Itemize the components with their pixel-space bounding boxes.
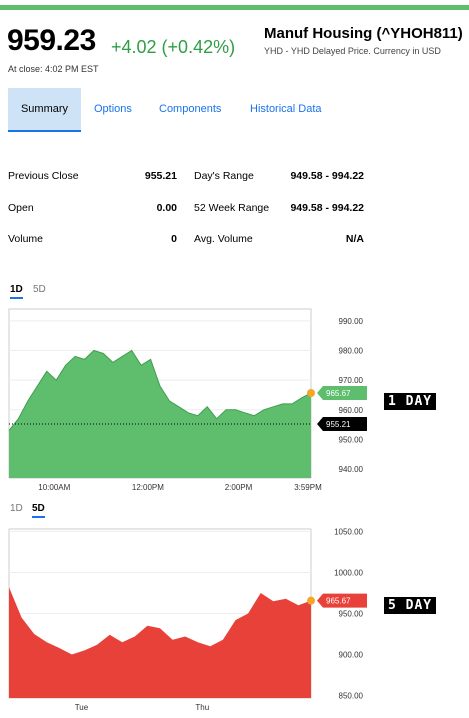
tab-summary[interactable]: Summary [8, 88, 81, 132]
x-tick-label: Thu [195, 703, 209, 712]
range-tab-1d[interactable]: 1D [10, 503, 23, 514]
five-day-chart: 850.00900.00950.001000.001050.00 Tue Thu … [8, 527, 367, 712]
current-price-marker: 965.67 [307, 385, 367, 400]
stat-value: 949.58 - 994.22 [290, 201, 364, 214]
x-tick-label: Tue [75, 703, 89, 712]
chart2-area [9, 587, 311, 698]
x-tick-label: 3:59PM [294, 483, 322, 492]
chart2-y-axis: 850.00 900.00 950.00 1000.00 1050.00 [334, 527, 363, 700]
chart1-area [9, 350, 311, 478]
one-day-badge: 1 DAY [384, 393, 437, 410]
stat-label: Open [8, 201, 34, 214]
y-tick-label: 900.00 [339, 651, 364, 660]
stat-value: 0.00 [156, 201, 177, 214]
quote-tabs: Summary Options Components Historical Da… [8, 88, 458, 132]
current-point [307, 388, 315, 397]
y-tick-label: 970.00 [339, 376, 364, 385]
chart2-x-axis: Tue Thu [75, 703, 209, 712]
stat-label: 52 Week Range [194, 201, 270, 214]
stat-label: Previous Close [8, 170, 79, 182]
top-accent-bar [0, 5, 469, 10]
range-tab-5d[interactable]: 5D [33, 284, 46, 295]
y-tick-label: 960.00 [339, 406, 364, 415]
price-source: YHD - YHD Delayed Price. Currency in USD [264, 46, 441, 56]
stat-value: 0 [171, 233, 177, 245]
security-name: Manuf Housing (^YHOH811) [264, 25, 463, 42]
stat-row: Open 0.00 52 Week Range 949.58 - 994.22 [8, 202, 368, 234]
stat-label: Avg. Volume [194, 233, 253, 245]
chart1-x-axis: 10:00AM 12:00PM 2:00PM 3:59PM [38, 483, 322, 492]
prev-close-label: 955.21 [326, 420, 351, 429]
price-change: +4.02 (+0.42%) [111, 37, 236, 57]
y-tick-label: 1000.00 [334, 568, 363, 577]
stat-value: N/A [345, 233, 364, 245]
close-time: At close: 4:02 PM EST [8, 64, 99, 74]
prev-close-marker: 955.21 [317, 417, 367, 432]
stat-value: 949.58 - 994.22 [290, 170, 364, 182]
range-tab-1d[interactable]: 1D [10, 284, 23, 299]
current-price-label: 965.67 [326, 389, 351, 398]
tab-options[interactable]: Options [94, 88, 132, 132]
x-tick-label: 10:00AM [38, 483, 70, 492]
x-tick-label: 12:00PM [132, 483, 164, 492]
stat-value: 955.21 [144, 170, 177, 182]
y-tick-label: 980.00 [339, 347, 364, 356]
y-tick-label: 950.00 [339, 435, 364, 444]
y-tick-label: 850.00 [339, 692, 364, 701]
current-price-marker: 965.67 [307, 593, 367, 608]
stat-label: Day's Range [194, 170, 254, 182]
stats-table: Previous Close 955.21 Day's Range 949.58… [8, 170, 368, 265]
stat-row: Volume 0 Avg. Volume N/A [8, 233, 368, 265]
tab-components[interactable]: Components [159, 88, 221, 132]
five-day-badge: 5 DAY [384, 597, 437, 614]
range-tab-5d[interactable]: 5D [32, 503, 45, 518]
stat-row: Previous Close 955.21 Day's Range 949.58… [8, 170, 368, 202]
y-tick-label: 990.00 [339, 317, 364, 326]
current-price-label: 965.67 [326, 597, 351, 606]
current-price: 959.23 [7, 24, 96, 57]
y-tick-label: 950.00 [339, 610, 364, 619]
stat-label: Volume [8, 233, 44, 245]
current-point [307, 596, 315, 605]
y-tick-label: 1050.00 [334, 527, 363, 536]
tab-historical-data[interactable]: Historical Data [250, 88, 322, 132]
x-tick-label: 2:00PM [225, 483, 253, 492]
y-tick-label: 940.00 [339, 465, 364, 474]
